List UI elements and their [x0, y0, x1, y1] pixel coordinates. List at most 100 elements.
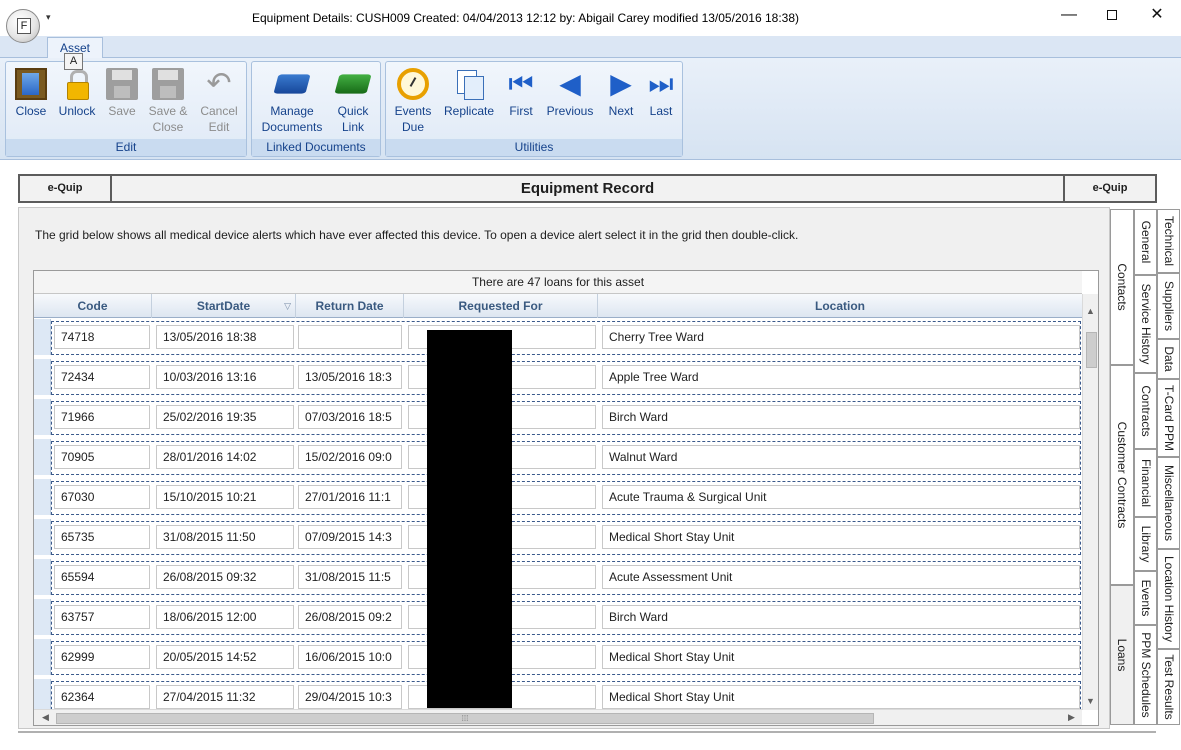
column-header-code[interactable]: Code — [34, 294, 152, 318]
cell-code[interactable]: 70905 — [54, 445, 150, 469]
scroll-left-icon[interactable]: ◀ — [42, 712, 49, 723]
cell-return-date[interactable]: 13/05/2016 18:3 — [298, 365, 402, 389]
previous-button[interactable]: ◀ Previous — [544, 66, 596, 119]
cell-return-date[interactable]: 29/04/2015 10:3 — [298, 685, 402, 709]
cell-location[interactable]: Walnut Ward — [602, 445, 1080, 469]
cell-start-date[interactable]: 13/05/2016 18:38 — [156, 325, 294, 349]
table-row[interactable]: 67030 15/10/2015 10:21 27/01/2016 11:1 A… — [34, 479, 1082, 519]
cell-start-date[interactable]: 28/01/2016 14:02 — [156, 445, 294, 469]
table-row[interactable]: 72434 10/03/2016 13:16 13/05/2016 18:3 A… — [34, 359, 1082, 399]
scroll-up-icon[interactable]: ▲ — [1086, 306, 1095, 316]
table-row[interactable]: 70905 28/01/2016 14:02 15/02/2016 09:0 W… — [34, 439, 1082, 479]
row-selector[interactable] — [34, 479, 51, 515]
row-selector[interactable] — [34, 399, 51, 435]
maximize-button[interactable] — [1092, 4, 1132, 28]
first-button[interactable]: ⏮ First — [498, 66, 544, 119]
cell-start-date[interactable]: 15/10/2015 10:21 — [156, 485, 294, 509]
cell-location[interactable]: Birch Ward — [602, 605, 1080, 629]
cell-code[interactable]: 71966 — [54, 405, 150, 429]
cell-start-date[interactable]: 10/03/2016 13:16 — [156, 365, 294, 389]
cell-code[interactable]: 67030 — [54, 485, 150, 509]
tab-library[interactable]: Library — [1134, 517, 1157, 571]
tab-data[interactable]: Data — [1157, 339, 1180, 379]
vertical-scroll-thumb[interactable] — [1086, 332, 1097, 368]
tab-general[interactable]: General — [1134, 209, 1157, 275]
cell-return-date[interactable] — [298, 325, 402, 349]
close-window-button[interactable]: ✕ — [1137, 4, 1177, 28]
scroll-right-icon[interactable]: ▶ — [1068, 712, 1075, 723]
cell-location[interactable]: Medical Short Stay Unit — [602, 685, 1080, 709]
replicate-button[interactable]: Replicate — [438, 66, 500, 119]
save-and-close-button[interactable]: Save & Close — [145, 66, 191, 135]
cell-start-date[interactable]: 27/04/2015 11:32 — [156, 685, 294, 709]
horizontal-scroll-thumb[interactable]: ⁞⁞⁞ — [56, 713, 874, 724]
tab-contacts[interactable]: Contacts — [1110, 209, 1134, 365]
cell-location[interactable]: Birch Ward — [602, 405, 1080, 429]
close-button[interactable]: Close — [8, 66, 54, 119]
cell-return-date[interactable]: 26/08/2015 09:2 — [298, 605, 402, 629]
table-row[interactable]: 74718 13/05/2016 18:38 Cherry Tree Ward — [34, 319, 1082, 359]
column-header-return-date[interactable]: Return Date — [296, 294, 404, 318]
cell-return-date[interactable]: 31/08/2015 11:5 — [298, 565, 402, 589]
table-row[interactable]: 65594 26/08/2015 09:32 31/08/2015 11:5 A… — [34, 559, 1082, 599]
tab-technical[interactable]: Technical — [1157, 209, 1180, 273]
manage-documents-button[interactable]: Manage Documents — [258, 66, 326, 135]
tab-contracts[interactable]: Contracts — [1134, 373, 1157, 449]
row-selector[interactable] — [34, 319, 51, 355]
cell-location[interactable]: Medical Short Stay Unit — [602, 525, 1080, 549]
tab-customer-contracts[interactable]: Customer Contracts — [1110, 365, 1134, 585]
row-selector[interactable] — [34, 639, 51, 675]
cell-return-date[interactable]: 07/03/2016 18:5 — [298, 405, 402, 429]
tab-miscellaneous[interactable]: Miscellaneous — [1157, 457, 1180, 549]
cell-location[interactable]: Acute Trauma & Surgical Unit — [602, 485, 1080, 509]
table-row[interactable]: 62999 20/05/2015 14:52 16/06/2015 10:0 M… — [34, 639, 1082, 679]
row-selector[interactable] — [34, 559, 51, 595]
cell-location[interactable]: Medical Short Stay Unit — [602, 645, 1080, 669]
column-header-startdate[interactable]: StartDate ▽ — [152, 294, 296, 318]
cell-code[interactable]: 72434 — [54, 365, 150, 389]
table-row[interactable]: 65735 31/08/2015 11:50 07/09/2015 14:3 M… — [34, 519, 1082, 559]
column-header-location[interactable]: Location — [598, 294, 1082, 318]
cell-return-date[interactable]: 07/09/2015 14:3 — [298, 525, 402, 549]
cell-location[interactable]: Apple Tree Ward — [602, 365, 1080, 389]
cell-start-date[interactable]: 18/06/2015 12:00 — [156, 605, 294, 629]
tab-location-history[interactable]: Location History — [1157, 549, 1180, 649]
tab-service-history[interactable]: Service History — [1134, 275, 1157, 373]
horizontal-scrollbar[interactable]: ◀ ⁞⁞⁞ ▶ — [34, 709, 1082, 725]
cell-return-date[interactable]: 15/02/2016 09:0 — [298, 445, 402, 469]
column-header-requested-for[interactable]: Requested For — [404, 294, 598, 318]
tab-ppm-schedules[interactable]: PPM Schedules — [1134, 625, 1157, 725]
events-due-button[interactable]: Events Due — [390, 66, 436, 135]
cell-code[interactable]: 65735 — [54, 525, 150, 549]
cell-code[interactable]: 62364 — [54, 685, 150, 709]
tab-test-results[interactable]: Test Results — [1157, 649, 1180, 725]
application-menu-button[interactable]: F — [6, 9, 40, 43]
cell-code[interactable]: 63757 — [54, 605, 150, 629]
unlock-button[interactable]: Unlock — [54, 66, 100, 119]
cell-location[interactable]: Cherry Tree Ward — [602, 325, 1080, 349]
tab-suppliers[interactable]: Suppliers — [1157, 273, 1180, 339]
quick-link-button[interactable]: Quick Link — [330, 66, 376, 135]
tab-loans[interactable]: Loans — [1110, 585, 1134, 725]
scroll-down-icon[interactable]: ▼ — [1086, 696, 1095, 706]
cell-start-date[interactable]: 25/02/2016 19:35 — [156, 405, 294, 429]
loans-grid[interactable]: There are 47 loans for this asset Code S… — [33, 270, 1099, 726]
save-button[interactable]: Save — [99, 66, 145, 119]
cell-start-date[interactable]: 26/08/2015 09:32 — [156, 565, 294, 589]
row-selector[interactable] — [34, 359, 51, 395]
cell-code[interactable]: 62999 — [54, 645, 150, 669]
row-selector[interactable] — [34, 519, 51, 555]
cancel-edit-button[interactable]: ↶ Cancel Edit — [196, 66, 242, 135]
vertical-scrollbar[interactable]: ▲ ▼ — [1082, 294, 1098, 710]
minimize-button[interactable]: — — [1049, 4, 1089, 28]
table-row[interactable]: 63757 18/06/2015 12:00 26/08/2015 09:2 B… — [34, 599, 1082, 639]
table-row[interactable]: 71966 25/02/2016 19:35 07/03/2016 18:5 B… — [34, 399, 1082, 439]
last-button[interactable]: ⏭ Last — [638, 66, 684, 119]
row-selector[interactable] — [34, 439, 51, 475]
cell-code[interactable]: 65594 — [54, 565, 150, 589]
cell-code[interactable]: 74718 — [54, 325, 150, 349]
cell-start-date[interactable]: 20/05/2015 14:52 — [156, 645, 294, 669]
cell-start-date[interactable]: 31/08/2015 11:50 — [156, 525, 294, 549]
cell-return-date[interactable]: 27/01/2016 11:1 — [298, 485, 402, 509]
tab-financial[interactable]: Financial — [1134, 449, 1157, 517]
